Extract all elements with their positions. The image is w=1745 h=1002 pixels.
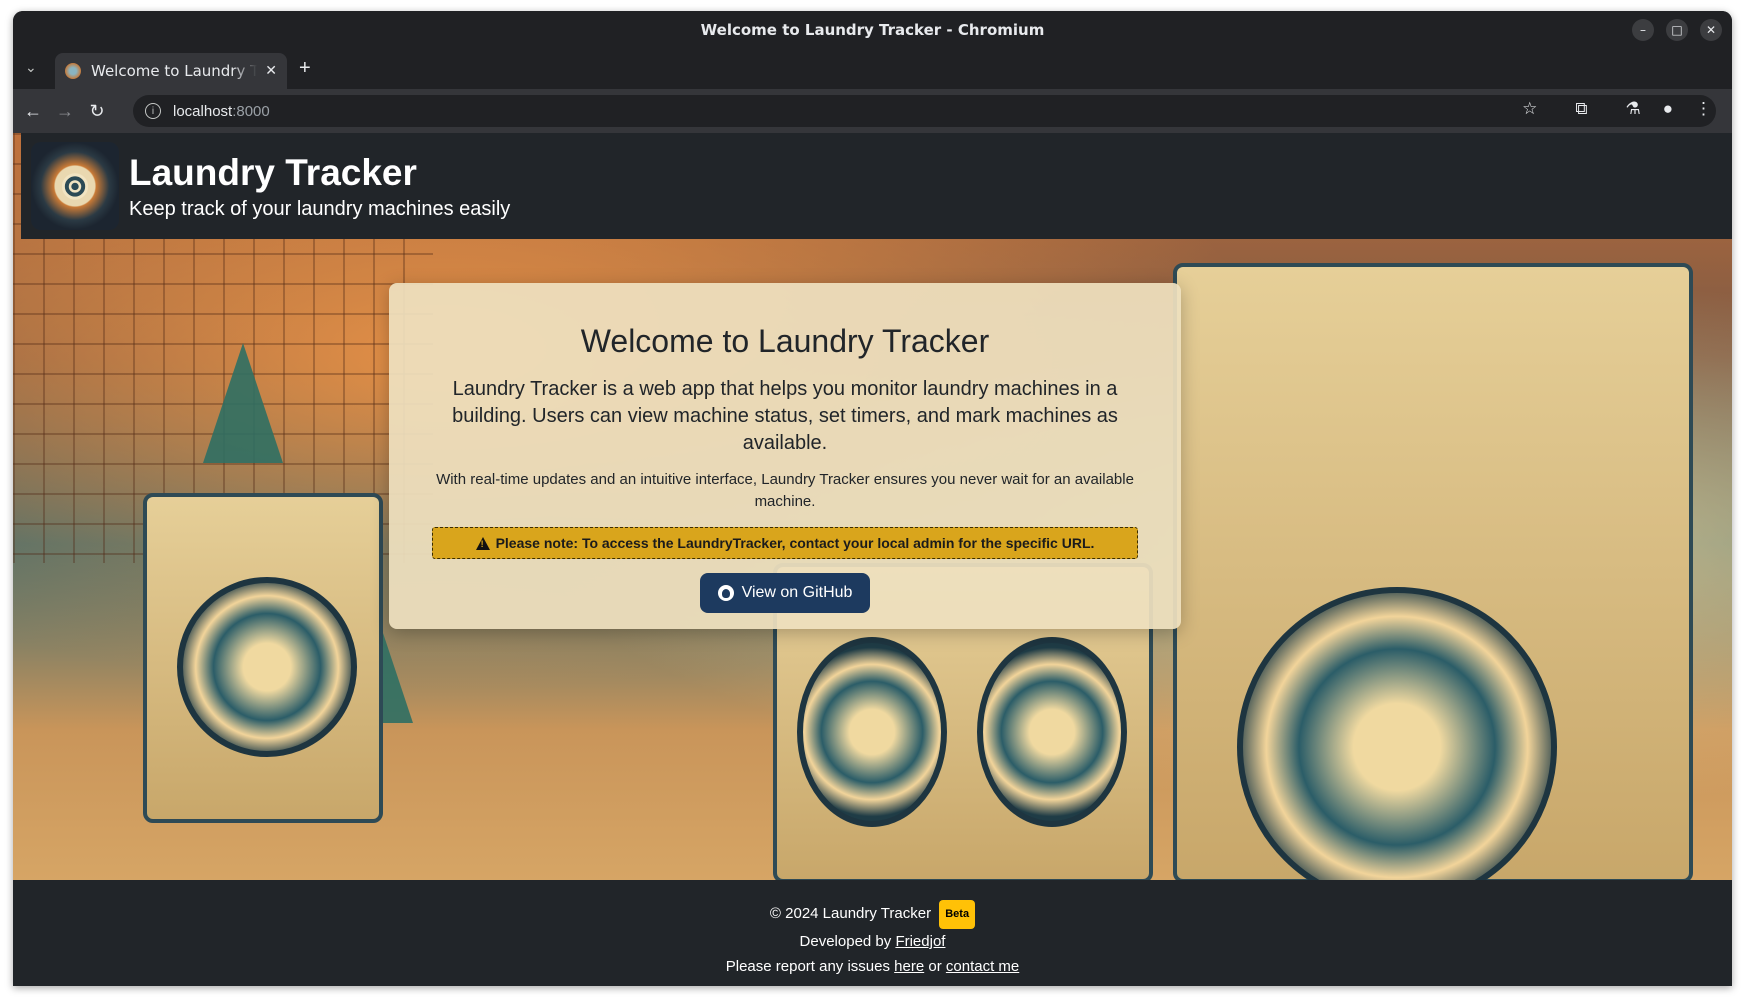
profile-icon[interactable]: ●	[1663, 99, 1673, 119]
developer-link[interactable]: Friedjof	[895, 933, 945, 950]
chevron-down-icon[interactable]: ⌄	[25, 59, 37, 76]
labs-flask-icon[interactable]: ⚗	[1625, 99, 1640, 119]
contact-me-link[interactable]: contact me	[946, 958, 1019, 975]
forward-icon[interactable]: →	[49, 101, 81, 122]
lead-text: Laundry Tracker is a web app that helps …	[452, 378, 1118, 454]
washing-machine-illustration	[1173, 263, 1693, 907]
browser-toolbar: ← → ↻ i localhost:8000 ☆ ⧉ ⚗ ● ⋮	[13, 89, 1732, 133]
reload-icon[interactable]: ↻	[81, 101, 113, 122]
tab-welcome[interactable]: Welcome to Laundry Tracker ✕	[55, 53, 287, 89]
or-text: or	[928, 958, 942, 975]
toolbar-right-icons: ☆ ⧉ ⚗ ● ⋮	[1522, 99, 1712, 119]
warning-alert: Please note: To access the LaundryTracke…	[432, 527, 1138, 559]
washing-machine-illustration	[143, 493, 383, 823]
issues-here-link[interactable]: here	[894, 958, 924, 975]
beta-badge: Beta	[939, 900, 976, 929]
copyright-line: © 2024 Laundry Tracker Beta	[13, 900, 1732, 929]
welcome-card: Welcome to Laundry Tracker Laundry Track…	[389, 283, 1181, 629]
url-port: :8000	[232, 102, 270, 120]
extensions-icon[interactable]: ⧉	[1575, 99, 1587, 119]
plant-decoration	[203, 343, 283, 463]
report-line: Please report any issues here or contact…	[13, 954, 1732, 979]
github-icon	[717, 585, 734, 601]
developer-line: Developed by Friedjof	[13, 929, 1732, 954]
copyright-text: © 2024 Laundry Tracker	[769, 905, 932, 922]
body-text: With real-time updates and an intuitive …	[436, 471, 1134, 510]
site-footer: © 2024 Laundry Tracker Beta Developed by…	[13, 880, 1732, 986]
new-tab-icon[interactable]: +	[299, 57, 311, 80]
browser-window: Welcome to Laundry Tracker - Chromium – …	[13, 11, 1732, 986]
welcome-heading: Welcome to Laundry Tracker	[580, 323, 990, 359]
github-button[interactable]: View on GitHub	[699, 573, 871, 613]
brand: Laundry Tracker Keep track of your laund…	[129, 152, 510, 221]
tab-strip: ⌄ Welcome to Laundry Tracker ✕ +	[13, 49, 1732, 89]
report-prefix-text: Please report any issues	[725, 958, 890, 975]
close-icon[interactable]: ✕	[265, 63, 277, 79]
tab-title: Welcome to Laundry Tracker	[91, 62, 258, 80]
close-window-icon[interactable]: ✕	[1700, 19, 1722, 41]
menu-dots-icon[interactable]: ⋮	[1695, 99, 1712, 119]
title-bar: Welcome to Laundry Tracker - Chromium – …	[13, 11, 1732, 49]
info-icon[interactable]: i	[145, 103, 161, 119]
minimize-icon[interactable]: –	[1632, 19, 1654, 41]
site-header: ⊚ Laundry Tracker Keep track of your lau…	[21, 133, 1732, 239]
site-title: Laundry Tracker	[129, 151, 417, 193]
back-icon[interactable]: ←	[17, 101, 49, 122]
window-controls: – □ ✕	[1632, 19, 1722, 41]
star-icon[interactable]: ☆	[1522, 99, 1537, 119]
developed-by-text: Developed by	[799, 933, 892, 950]
url-host: localhost	[173, 102, 233, 120]
maximize-icon[interactable]: □	[1666, 19, 1688, 41]
favicon-icon	[65, 63, 81, 79]
washing-machine-logo-icon: ⊚	[31, 142, 119, 230]
window-title: Welcome to Laundry Tracker - Chromium	[700, 21, 1045, 39]
warning-icon	[475, 536, 490, 550]
page-content: ⊚ Laundry Tracker Keep track of your lau…	[13, 133, 1732, 986]
github-button-label: View on GitHub	[741, 584, 853, 601]
address-bar[interactable]: i localhost:8000	[133, 95, 1716, 127]
alert-text: Please note: To access the LaundryTracke…	[495, 535, 1095, 551]
site-subtitle: Keep track of your laundry machines easi…	[129, 197, 511, 220]
